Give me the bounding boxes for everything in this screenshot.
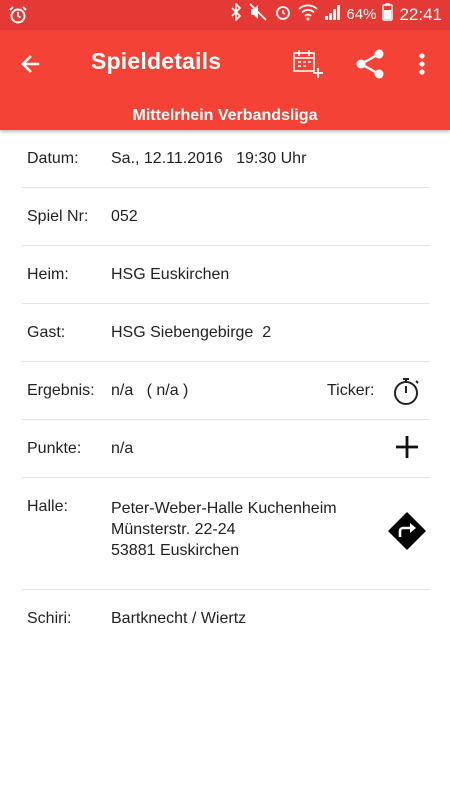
status-bar: 64% 22:41 xyxy=(0,0,450,30)
ergebnis-label: Ergebnis: xyxy=(27,381,95,399)
mute-icon xyxy=(248,3,268,27)
spiel-nr-value: 052 xyxy=(111,207,138,225)
match-details-list: Datum: Sa., 12.11.2016 19:30 Uhr Spiel N… xyxy=(22,130,430,647)
directions-button[interactable] xyxy=(386,510,428,557)
plus-icon xyxy=(396,436,418,458)
row-datum: Datum: Sa., 12.11.2016 19:30 Uhr xyxy=(22,130,430,188)
overflow-menu-button[interactable] xyxy=(402,46,442,86)
halle-name: Peter-Weber-Halle Kuchenheim xyxy=(111,500,337,517)
heim-label: Heim: xyxy=(27,265,69,283)
ticker-button[interactable] xyxy=(390,375,422,412)
share-button[interactable] xyxy=(350,46,390,86)
ticker-label: Ticker: xyxy=(327,381,375,399)
punkte-label: Punkte: xyxy=(27,439,82,457)
add-to-calendar-button[interactable] xyxy=(288,46,328,86)
wifi-icon xyxy=(298,3,319,27)
add-points-button[interactable] xyxy=(394,434,420,465)
battery-icon xyxy=(382,3,394,27)
league-header: Mittelrhein Verbandsliga xyxy=(0,102,450,130)
battery-percent: 64% xyxy=(346,6,377,23)
schiri-value: Bartknecht / Wiertz xyxy=(111,609,247,627)
gast-label: Gast: xyxy=(27,323,66,341)
row-spiel-nr: Spiel Nr: 052 xyxy=(22,188,430,246)
halle-street: Münsterstr. 22-24 xyxy=(111,521,236,538)
signal-icon xyxy=(324,3,341,27)
share-icon xyxy=(355,48,385,85)
row-ergebnis: Ergebnis: n/a ( n/a ) Ticker: xyxy=(22,362,430,420)
directions-icon xyxy=(388,512,426,550)
datum-label: Datum: xyxy=(27,149,79,167)
schiri-label: Schiri: xyxy=(27,609,72,627)
heim-value: HSG Euskirchen xyxy=(111,265,230,283)
bluetooth-icon xyxy=(230,2,242,27)
datum-value: Sa., 12.11.2016 19:30 Uhr xyxy=(111,149,307,167)
stopwatch-icon xyxy=(394,378,419,405)
halle-city: 53881 Euskirchen xyxy=(111,542,240,559)
alarm-icon xyxy=(274,3,292,27)
app-bar: Spieldetails xyxy=(0,30,450,102)
calendar-add-icon xyxy=(292,48,324,85)
row-halle: Halle: Peter-Weber-Halle Kuchenheim Müns… xyxy=(22,478,430,590)
clock-time: 22:41 xyxy=(399,5,442,24)
arrow-left-icon xyxy=(18,52,42,81)
row-punkte: Punkte: n/a xyxy=(22,420,430,478)
row-schiri: Schiri: Bartknecht / Wiertz xyxy=(22,590,430,647)
status-icons: 64% 22:41 xyxy=(230,2,442,27)
halle-label: Halle: xyxy=(27,498,68,515)
more-vert-icon xyxy=(419,52,425,80)
row-gast: Gast: HSG Siebengebirge 2 xyxy=(22,304,430,362)
punkte-value: n/a xyxy=(111,439,134,457)
page-title: Spieldetails xyxy=(91,48,222,74)
spiel-nr-label: Spiel Nr: xyxy=(27,207,89,225)
halle-address: Peter-Weber-Halle Kuchenheim Münsterstr.… xyxy=(111,498,337,561)
back-button[interactable] xyxy=(10,46,50,86)
alarm-clock-icon xyxy=(8,5,28,29)
gast-value: HSG Siebengebirge 2 xyxy=(111,323,272,341)
ergebnis-value: n/a ( n/a ) xyxy=(111,381,189,399)
row-heim: Heim: HSG Euskirchen xyxy=(22,246,430,304)
